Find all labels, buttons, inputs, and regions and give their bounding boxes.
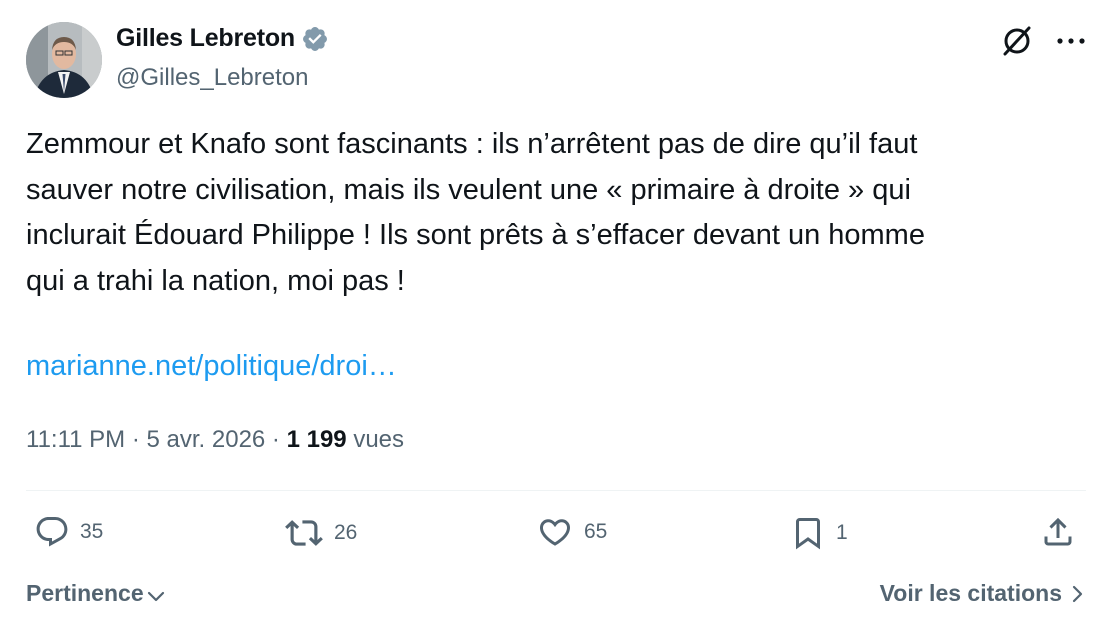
like-count: 65	[584, 520, 608, 543]
meta-separator: ·	[125, 426, 147, 453]
heart-icon	[539, 519, 571, 546]
like-button[interactable]: 65	[536, 514, 607, 550]
share-icon	[1044, 517, 1072, 546]
view-quotes-link[interactable]: Voir les citations	[880, 580, 1086, 607]
views-count: 1 199	[286, 426, 347, 453]
sort-label: Pertinence	[26, 580, 144, 606]
author-handle[interactable]: @Gilles_Lebreton	[116, 64, 308, 92]
reply-count: 35	[80, 520, 104, 543]
share-button[interactable]	[1040, 514, 1076, 550]
repost-count: 26	[334, 521, 358, 544]
reply-icon	[36, 517, 68, 547]
views-label: vues	[346, 426, 405, 453]
repost-button[interactable]: 26	[284, 514, 357, 552]
more-icon[interactable]	[1056, 36, 1086, 46]
grok-icon[interactable]	[1000, 24, 1034, 58]
verified-badge-icon[interactable]	[301, 25, 329, 53]
tweet-meta: 11:11 PM · 5 avr. 2026 · 1 199 vues	[26, 426, 404, 454]
bookmark-icon	[796, 518, 820, 550]
tweet-time[interactable]: 11:11 PM	[26, 426, 125, 453]
chevron-right-icon	[1072, 585, 1083, 602]
repost-icon	[285, 520, 323, 546]
author-name[interactable]: Gilles Lebreton	[116, 24, 295, 53]
tweet-text: Zemmour et Knafo sont fascinants : ils n…	[26, 128, 925, 297]
divider	[26, 490, 1086, 491]
bookmark-count: 1	[836, 521, 848, 544]
meta-separator: ·	[265, 426, 287, 453]
chevron-down-icon	[147, 591, 164, 601]
tweet-link[interactable]: marianne.net/politique/droi…	[26, 350, 397, 383]
reply-button[interactable]: 35	[34, 514, 103, 550]
avatar-photo	[26, 22, 102, 98]
avatar[interactable]	[26, 22, 102, 98]
sort-dropdown[interactable]: Pertinence	[26, 580, 166, 607]
tweet-date[interactable]: 5 avr. 2026	[147, 426, 266, 453]
quotes-label: Voir les citations	[879, 580, 1062, 606]
bookmark-button[interactable]: 1	[790, 514, 848, 552]
